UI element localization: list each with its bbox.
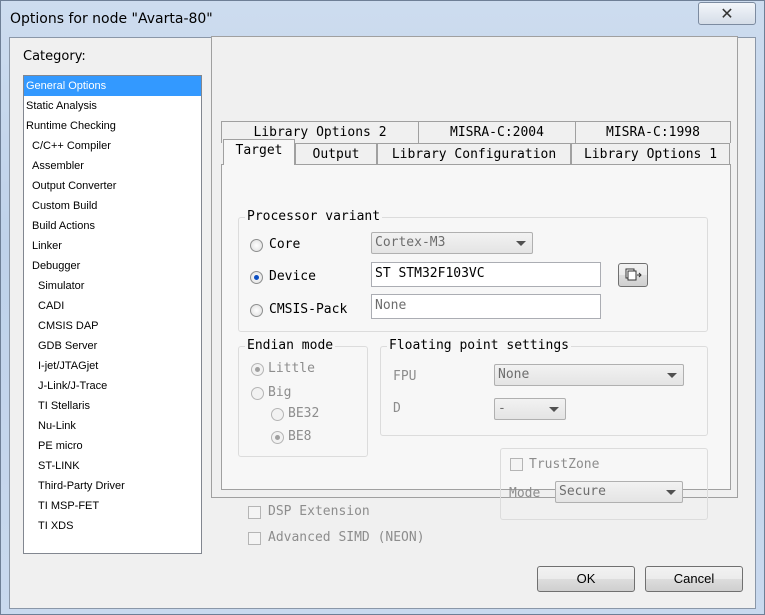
category-item-st-link[interactable]: ST-LINK: [24, 456, 201, 476]
tab-misra-c-1998[interactable]: MISRA-C:1998: [575, 121, 731, 143]
trustzone-mode-label: Mode: [509, 486, 541, 501]
dsp-extension-checkbox[interactable]: [248, 506, 261, 519]
category-item-ijet-jtagjet[interactable]: I-jet/JTAGjet: [24, 356, 201, 376]
trustzone-label: TrustZone: [529, 457, 600, 472]
category-list[interactable]: General Options Static Analysis Runtime …: [23, 75, 202, 554]
tab-library-configuration[interactable]: Library Configuration: [377, 143, 571, 165]
select-device-button[interactable]: [618, 263, 648, 287]
category-item-custom-build[interactable]: Custom Build: [24, 196, 201, 216]
be8-radio[interactable]: [271, 431, 284, 444]
trustzone-mode-select[interactable]: Secure: [555, 481, 683, 503]
target-tab-page: Processor variant Core Cortex-M3 Device …: [221, 164, 731, 545]
category-item-build-actions[interactable]: Build Actions: [24, 216, 201, 236]
category-item-pe-micro[interactable]: PE micro: [24, 436, 201, 456]
floating-point-group: Floating point settings FPU None D -: [380, 338, 708, 436]
core-select-value: Cortex-M3: [375, 235, 446, 250]
ok-button[interactable]: OK: [537, 566, 635, 592]
advanced-simd-label: Advanced SIMD (NEON): [268, 530, 425, 545]
category-item-linker[interactable]: Linker: [24, 236, 201, 256]
tab-output[interactable]: Output: [295, 143, 377, 165]
cmsis-pack-radio[interactable]: [250, 304, 263, 317]
category-item-ti-stellaris[interactable]: TI Stellaris: [24, 396, 201, 416]
tab-library-options-1[interactable]: Library Options 1: [571, 143, 730, 165]
options-panel: Library Options 2 MISRA-C:2004 MISRA-C:1…: [211, 36, 738, 545]
processor-variant-group: Processor variant Core Cortex-M3 Device …: [238, 209, 708, 332]
category-item-runtime-checking[interactable]: Runtime Checking: [24, 116, 201, 136]
processor-variant-title: Processor variant: [245, 209, 383, 224]
chevron-down-icon: [516, 241, 526, 246]
core-radio[interactable]: [250, 239, 263, 252]
endian-big-radio[interactable]: [251, 387, 264, 400]
category-item-debugger[interactable]: Debugger: [24, 256, 201, 276]
category-item-gdb-server[interactable]: GDB Server: [24, 336, 201, 356]
fpu-select[interactable]: None: [494, 364, 684, 386]
chevron-down-icon: [667, 373, 677, 378]
be8-label: BE8: [288, 429, 312, 444]
category-item-third-party-driver[interactable]: Third-Party Driver: [24, 476, 201, 496]
window-title: Options for node "Avarta-80": [10, 11, 213, 27]
cmsis-pack-field[interactable]: None: [371, 294, 601, 319]
floating-point-title: Floating point settings: [387, 338, 572, 353]
tab-misra-c-2004[interactable]: MISRA-C:2004: [418, 121, 576, 143]
dsp-extension-label: DSP Extension: [268, 504, 370, 519]
category-item-ti-msp-fet[interactable]: TI MSP-FET: [24, 496, 201, 516]
category-item-general-options[interactable]: General Options: [24, 76, 201, 96]
endian-mode-title: Endian mode: [245, 338, 336, 353]
category-label: Category:: [23, 49, 86, 64]
device-label: Device: [269, 269, 316, 284]
options-dialog: Options for node "Avarta-80" ✕ Category:…: [0, 0, 765, 615]
trustzone-checkbox[interactable]: [510, 458, 523, 471]
fpu-select-value: None: [498, 367, 530, 382]
category-item-nu-link[interactable]: Nu-Link: [24, 416, 201, 436]
category-item-c-cpp-compiler[interactable]: C/C++ Compiler: [24, 136, 201, 156]
endian-big-label: Big: [268, 385, 292, 400]
core-select[interactable]: Cortex-M3: [371, 232, 533, 254]
close-icon: ✕: [720, 4, 734, 23]
trustzone-mode-value: Secure: [559, 484, 606, 499]
cmsis-pack-label: CMSIS-Pack: [269, 302, 348, 317]
d-label: D: [393, 401, 401, 416]
endian-little-label: Little: [268, 361, 315, 376]
category-item-jlink-jtrace[interactable]: J-Link/J-Trace: [24, 376, 201, 396]
category-item-output-converter[interactable]: Output Converter: [24, 176, 201, 196]
endian-mode-group: Endian mode Little Big BE32 BE8: [238, 338, 368, 457]
category-item-ti-xds[interactable]: TI XDS: [24, 516, 201, 536]
chevron-down-icon: [666, 490, 676, 495]
be32-label: BE32: [288, 406, 320, 421]
category-item-assembler[interactable]: Assembler: [24, 156, 201, 176]
trustzone-group: TrustZone Mode Secure: [500, 448, 708, 520]
cancel-button[interactable]: Cancel: [645, 566, 743, 592]
d-select[interactable]: -: [494, 398, 566, 420]
category-item-static-analysis[interactable]: Static Analysis: [24, 96, 201, 116]
device-field[interactable]: ST STM32F103VC: [371, 262, 601, 287]
d-select-value: -: [498, 401, 506, 416]
endian-little-radio[interactable]: [251, 363, 264, 376]
device-radio[interactable]: [250, 271, 263, 284]
category-item-cmsis-dap[interactable]: CMSIS DAP: [24, 316, 201, 336]
advanced-simd-checkbox[interactable]: [248, 532, 261, 545]
tab-target[interactable]: Target: [223, 139, 295, 165]
category-item-simulator[interactable]: Simulator: [24, 276, 201, 296]
select-device-icon: [625, 268, 642, 281]
close-button[interactable]: ✕: [698, 2, 756, 25]
be32-radio[interactable]: [271, 408, 284, 421]
title-bar[interactable]: Options for node "Avarta-80" ✕: [1, 1, 764, 37]
category-item-cadi[interactable]: CADI: [24, 296, 201, 316]
fpu-label: FPU: [393, 369, 417, 384]
chevron-down-icon: [549, 407, 559, 412]
core-label: Core: [269, 237, 301, 252]
